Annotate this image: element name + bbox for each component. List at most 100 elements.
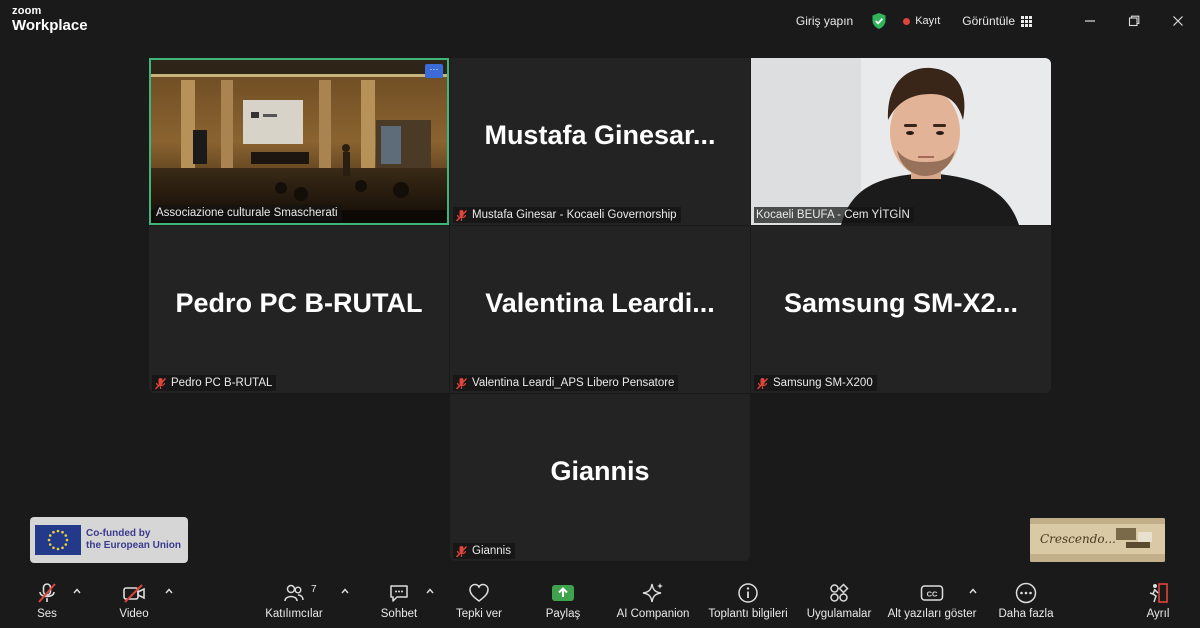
participant-name: Kocaeli BEUFA - Cem YİTGİN (756, 209, 910, 221)
mic-muted-icon (38, 583, 56, 603)
tile-options-button[interactable]: ··· (425, 64, 443, 78)
shield-check-icon[interactable] (871, 12, 887, 30)
more-button[interactable]: Daha fazla (996, 572, 1056, 628)
participants-count: 7 (311, 584, 317, 595)
apps-button[interactable]: Uygulamalar (804, 572, 874, 628)
chevron-up-icon[interactable] (72, 586, 82, 596)
venue-video-feed (151, 60, 447, 223)
captions-label: Alt yazıları göster (887, 608, 977, 620)
participant-tile[interactable]: Pedro PC B-RUTAL Pedro PC B-RUTAL (149, 226, 449, 393)
participants-button[interactable]: Katılımcılar (262, 572, 326, 628)
signin-link[interactable]: Giriş yapın (796, 14, 853, 28)
chat-button[interactable]: Sohbet (378, 572, 420, 628)
brand-top: zoom (12, 5, 42, 17)
minimize-button[interactable] (1068, 0, 1112, 42)
heart-icon (469, 583, 489, 602)
mic-muted-icon (756, 377, 769, 389)
sparkle-icon (642, 583, 663, 603)
apps-icon (830, 583, 849, 602)
react-button[interactable]: Tepki ver (452, 572, 506, 628)
mic-muted-icon (455, 209, 468, 221)
crescendo-logo: Crescendo... (1030, 518, 1165, 562)
participant-name: Mustafa Ginesar - Kocaeli Governorship (472, 209, 677, 221)
participant-tile-active[interactable]: ··· Associazione culturale Smascherati (149, 58, 449, 225)
participant-name: Giannis (472, 545, 511, 557)
participant-label: Associazione culturale Smascherati (154, 205, 342, 221)
meeting-info-button[interactable]: Toplantı bilgileri (702, 572, 794, 628)
closed-captions-icon: CC (920, 585, 944, 601)
zoom-logo: zoom Workplace (12, 5, 88, 34)
leave-label: Ayrıl (1146, 608, 1170, 620)
ai-companion-label: AI Companion (616, 608, 690, 620)
participant-tile[interactable]: Mustafa Ginesar... Mustafa Ginesar - Koc… (450, 58, 750, 225)
chevron-up-icon[interactable] (340, 586, 350, 596)
meeting-info-label: Toplantı bilgileri (708, 608, 788, 620)
crescendo-text: Crescendo... (1040, 532, 1116, 546)
participant-display-name: Giannis (550, 456, 650, 486)
apps-label: Uygulamalar (806, 608, 872, 620)
restore-button[interactable] (1112, 0, 1156, 42)
mic-muted-icon (154, 377, 167, 389)
eu-cofunded-text: Co-funded by the European Union (86, 528, 181, 552)
close-button[interactable] (1156, 0, 1200, 42)
info-icon (738, 583, 758, 603)
title-bar: zoom Workplace Giriş yapın Kayıt Görüntü… (0, 0, 1200, 42)
participant-label: Samsung SM-X200 (754, 375, 877, 391)
restore-icon (1128, 15, 1140, 27)
chat-label: Sohbet (380, 608, 418, 620)
participant-display-name: Valentina Leardi... (485, 288, 715, 318)
brand-bottom: Workplace (12, 17, 88, 34)
video-button[interactable]: Video (114, 572, 154, 628)
mic-muted-icon (455, 545, 468, 557)
participant-name: Associazione culturale Smascherati (156, 207, 338, 219)
webcam-video-feed (751, 58, 1051, 225)
participant-tile[interactable]: Valentina Leardi... Valentina Leardi_APS… (450, 226, 750, 393)
svg-text:CC: CC (927, 590, 938, 599)
record-dot-icon (903, 17, 911, 25)
participant-label: Giannis (453, 543, 515, 559)
more-label: Daha fazla (998, 608, 1054, 620)
audio-button[interactable]: Ses (28, 572, 66, 628)
participant-display-name: Mustafa Ginesar... (484, 120, 716, 150)
participant-tile[interactable]: Kocaeli BEUFA - Cem YİTGİN (751, 58, 1051, 225)
eu-cofunded-logo: Co-funded by the European Union (30, 517, 188, 563)
eu-flag-icon (35, 525, 81, 555)
share-label: Paylaş (545, 608, 581, 620)
react-label: Tepki ver (455, 608, 503, 620)
share-screen-icon (552, 585, 574, 601)
minimize-icon (1085, 20, 1095, 22)
participant-tile[interactable]: Giannis Giannis (450, 394, 750, 561)
mic-muted-icon (455, 377, 468, 389)
participant-label: Pedro PC B-RUTAL (152, 375, 277, 391)
eu-line-2: the European Union (86, 540, 181, 551)
participant-label: Kocaeli BEUFA - Cem YİTGİN (754, 207, 914, 223)
leave-button[interactable]: Ayrıl (1140, 572, 1176, 628)
video-gallery: ··· Associazione culturale Smascherati M… (0, 42, 1200, 572)
video-label: Video (119, 608, 149, 620)
close-icon (1173, 16, 1183, 26)
meeting-toolbar: Ses Video Katılımcılar 7 Sohbet Tepki ve… (0, 572, 1200, 628)
participants-label: Katılımcılar (265, 608, 323, 620)
grid-view-icon[interactable] (1021, 15, 1032, 27)
participant-display-name: Pedro PC B-RUTAL (175, 288, 423, 318)
eu-line-1: Co-funded by (86, 528, 151, 539)
audio-label: Ses (37, 608, 57, 620)
participant-label: Valentina Leardi_APS Libero Pensatore (453, 375, 679, 391)
chevron-up-icon[interactable] (164, 586, 174, 596)
participant-display-name: Samsung SM-X2... (783, 288, 1019, 318)
participant-name: Valentina Leardi_APS Libero Pensatore (472, 377, 675, 389)
share-button[interactable]: Paylaş (542, 572, 584, 628)
more-icon (1015, 582, 1037, 604)
chevron-up-icon[interactable] (425, 586, 435, 596)
participant-label: Mustafa Ginesar - Kocaeli Governorship (453, 207, 681, 223)
chat-icon (390, 585, 408, 602)
participant-tile[interactable]: Samsung SM-X2... Samsung SM-X200 (751, 226, 1051, 393)
ai-companion-button[interactable]: AI Companion (614, 572, 692, 628)
captions-button[interactable]: CC Alt yazıları göster (884, 572, 980, 628)
participant-name: Samsung SM-X200 (773, 377, 873, 389)
participant-name: Pedro PC B-RUTAL (171, 377, 273, 389)
record-indicator[interactable]: Kayıt (915, 15, 940, 27)
video-off-icon (123, 584, 145, 603)
view-button[interactable]: Görüntüle (962, 14, 1015, 28)
chevron-up-icon[interactable] (968, 586, 978, 596)
